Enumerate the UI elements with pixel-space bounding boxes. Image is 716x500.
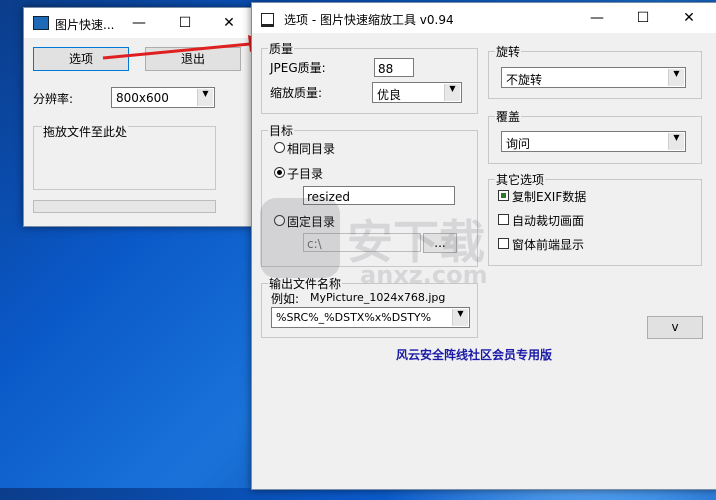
chevron-down-icon: ▼ xyxy=(444,84,460,101)
filename-pattern-value: %SRC%_%DSTX%x%DSTY% xyxy=(276,311,432,324)
auto-crop-label[interactable]: 自动裁切画面 xyxy=(512,212,584,229)
overwrite-group-title: 覆盖 xyxy=(495,108,522,125)
sub-dir-label[interactable]: 子目录 xyxy=(287,165,323,182)
options-window-title: 选项 - 图片快速缩放工具 v0.94 xyxy=(284,13,454,27)
exit-button[interactable]: 退出 xyxy=(145,47,241,71)
jpeg-quality-value: 88 xyxy=(378,62,394,76)
chevron-down-icon: ▼ xyxy=(668,133,684,150)
example-prefix: 例如: xyxy=(271,292,300,306)
quality-group: 质量 xyxy=(261,40,478,114)
maximize-icon[interactable]: ☐ xyxy=(162,8,208,38)
maximize-icon[interactable]: ☐ xyxy=(620,3,666,33)
watermark-logo xyxy=(260,198,340,278)
main-window: 图片快速... — ☐ ✕ 选项 退出 分辨率: 800x600 ▼ 拖放文件至… xyxy=(23,7,253,227)
topmost-label[interactable]: 窗体前端显示 xyxy=(512,236,584,253)
window-icon xyxy=(261,13,274,27)
chevron-down-icon: ▼ xyxy=(668,69,684,86)
copy-exif-checkbox[interactable] xyxy=(498,190,509,201)
scale-quality-value: 优良 xyxy=(377,88,402,102)
drop-area-label: 拖放文件至此处 xyxy=(42,123,129,140)
overwrite-value: 询问 xyxy=(506,137,531,151)
jpeg-quality-input[interactable]: 88 xyxy=(374,58,414,77)
options-button[interactable]: 选项 xyxy=(33,47,129,71)
minimize-icon[interactable]: — xyxy=(574,3,620,33)
app-icon xyxy=(33,16,49,30)
main-titlebar: 图片快速... — ☐ ✕ xyxy=(24,8,252,38)
same-dir-radio[interactable] xyxy=(274,142,285,153)
other-options-group-title: 其它选项 xyxy=(495,171,546,188)
minimize-icon[interactable]: — xyxy=(116,8,162,38)
watermark-sub: anxz.com xyxy=(360,261,488,289)
jpeg-quality-label: JPEG质量: xyxy=(270,61,326,75)
rotate-value: 不旋转 xyxy=(506,73,543,87)
overwrite-select[interactable]: 询问 ▼ xyxy=(501,131,686,152)
resolution-value: 800x600 xyxy=(116,91,169,105)
close-icon[interactable]: ✕ xyxy=(666,3,712,33)
collapse-button[interactable]: v xyxy=(647,316,703,339)
scale-quality-select[interactable]: 优良 ▼ xyxy=(372,82,462,103)
edition-footer: 风云安全阵线社区会员专用版 xyxy=(396,348,553,362)
sub-dir-radio[interactable] xyxy=(274,167,285,178)
filename-pattern-select[interactable]: %SRC%_%DSTX%x%DSTY% ▼ xyxy=(271,307,470,328)
resolution-select[interactable]: 800x600 ▼ xyxy=(111,87,215,108)
copy-exif-label[interactable]: 复制EXIF数据 xyxy=(512,188,586,205)
topmost-checkbox[interactable] xyxy=(498,238,509,249)
scale-quality-label: 缩放质量: xyxy=(270,86,323,100)
rotate-select[interactable]: 不旋转 ▼ xyxy=(501,67,686,88)
same-dir-label[interactable]: 相同目录 xyxy=(287,140,335,157)
quality-group-title: 质量 xyxy=(268,40,295,57)
resolution-label: 分辨率: xyxy=(33,92,74,106)
auto-crop-checkbox[interactable] xyxy=(498,214,509,225)
example-filename: MyPicture_1024x768.jpg xyxy=(310,291,446,304)
main-window-title: 图片快速... xyxy=(55,18,115,32)
rotate-group-title: 旋转 xyxy=(495,43,522,60)
drop-area[interactable]: 拖放文件至此处 xyxy=(33,123,216,190)
progress-bar xyxy=(33,200,216,213)
chevron-down-icon: ▼ xyxy=(197,89,213,106)
options-window: 选项 - 图片快速缩放工具 v0.94 — ☐ ✕ 质量 JPEG质量: 88 … xyxy=(251,2,716,490)
target-group-title: 目标 xyxy=(268,122,295,139)
close-icon[interactable]: ✕ xyxy=(206,8,252,38)
options-titlebar: 选项 - 图片快速缩放工具 v0.94 — ☐ ✕ xyxy=(252,3,716,33)
chevron-down-icon: ▼ xyxy=(452,309,468,326)
